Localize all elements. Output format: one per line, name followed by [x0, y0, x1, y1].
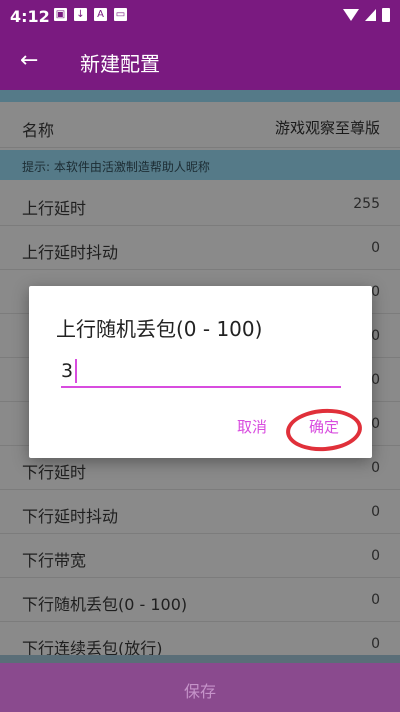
setting-label: 上行延时抖动	[22, 243, 119, 262]
setting-value: 0	[371, 504, 380, 520]
hint-text: 提示: 本软件由活激制造帮助人昵称	[0, 150, 400, 180]
dialog-title: 上行随机丢包(0 - 100)	[56, 317, 263, 341]
setting-value: 0	[371, 372, 380, 388]
save-button[interactable]: 保存	[0, 655, 400, 712]
name-value: 游戏观察至尊版	[274, 119, 380, 137]
arrow-left-icon[interactable]: ←	[20, 48, 38, 73]
app-notification-icon: A	[94, 8, 107, 21]
setting-row[interactable]: 下行延时抖动 0	[0, 490, 400, 534]
setting-label: 下行延时	[22, 463, 87, 482]
text-cursor	[75, 359, 77, 383]
setting-value: 0	[371, 592, 380, 608]
name-label: 名称	[22, 121, 55, 140]
download-notification-icon: ↓	[74, 8, 87, 21]
image-notification-icon: ▣	[54, 8, 67, 21]
status-bar: 4:12 ▣ ↓ A ▭	[0, 0, 400, 34]
setting-value: 0	[371, 240, 380, 256]
page-title: 新建配置	[80, 52, 160, 76]
setting-value: 255	[353, 196, 380, 212]
cancel-button[interactable]: 取消	[237, 416, 267, 437]
app-bar: ← 新建配置	[0, 34, 400, 90]
setting-value: 0	[371, 328, 380, 344]
setting-label: 下行延时抖动	[22, 507, 119, 526]
setting-value: 0	[371, 636, 380, 652]
battery-icon	[382, 8, 390, 22]
setting-row[interactable]: 下行带宽 0	[0, 534, 400, 578]
notification-icons: ▣ ↓ A ▭	[54, 8, 127, 21]
dialog-input[interactable]	[61, 356, 341, 388]
name-row[interactable]: 名称 游戏观察至尊版	[0, 104, 400, 148]
setting-row[interactable]: 上行延时抖动 0	[0, 226, 400, 270]
setting-value: 0	[371, 460, 380, 476]
signal-icon	[365, 9, 376, 21]
top-divider	[0, 90, 400, 102]
setting-row[interactable]: 下行随机丢包(0 - 100) 0	[0, 578, 400, 622]
save-button-label: 保存	[183, 682, 216, 701]
setting-row[interactable]: 上行延时 255	[0, 182, 400, 226]
setting-value: 0	[371, 284, 380, 300]
setting-value: 0	[371, 548, 380, 564]
setting-label: 下行随机丢包(0 - 100)	[22, 595, 188, 614]
setting-label: 上行延时	[22, 199, 87, 218]
setting-label: 下行带宽	[22, 551, 87, 570]
setting-value: 0	[371, 416, 380, 432]
status-time: 4:12	[10, 7, 50, 26]
keyboard-notification-icon: ▭	[114, 8, 127, 21]
system-icons	[343, 8, 390, 22]
wifi-icon	[343, 9, 359, 21]
